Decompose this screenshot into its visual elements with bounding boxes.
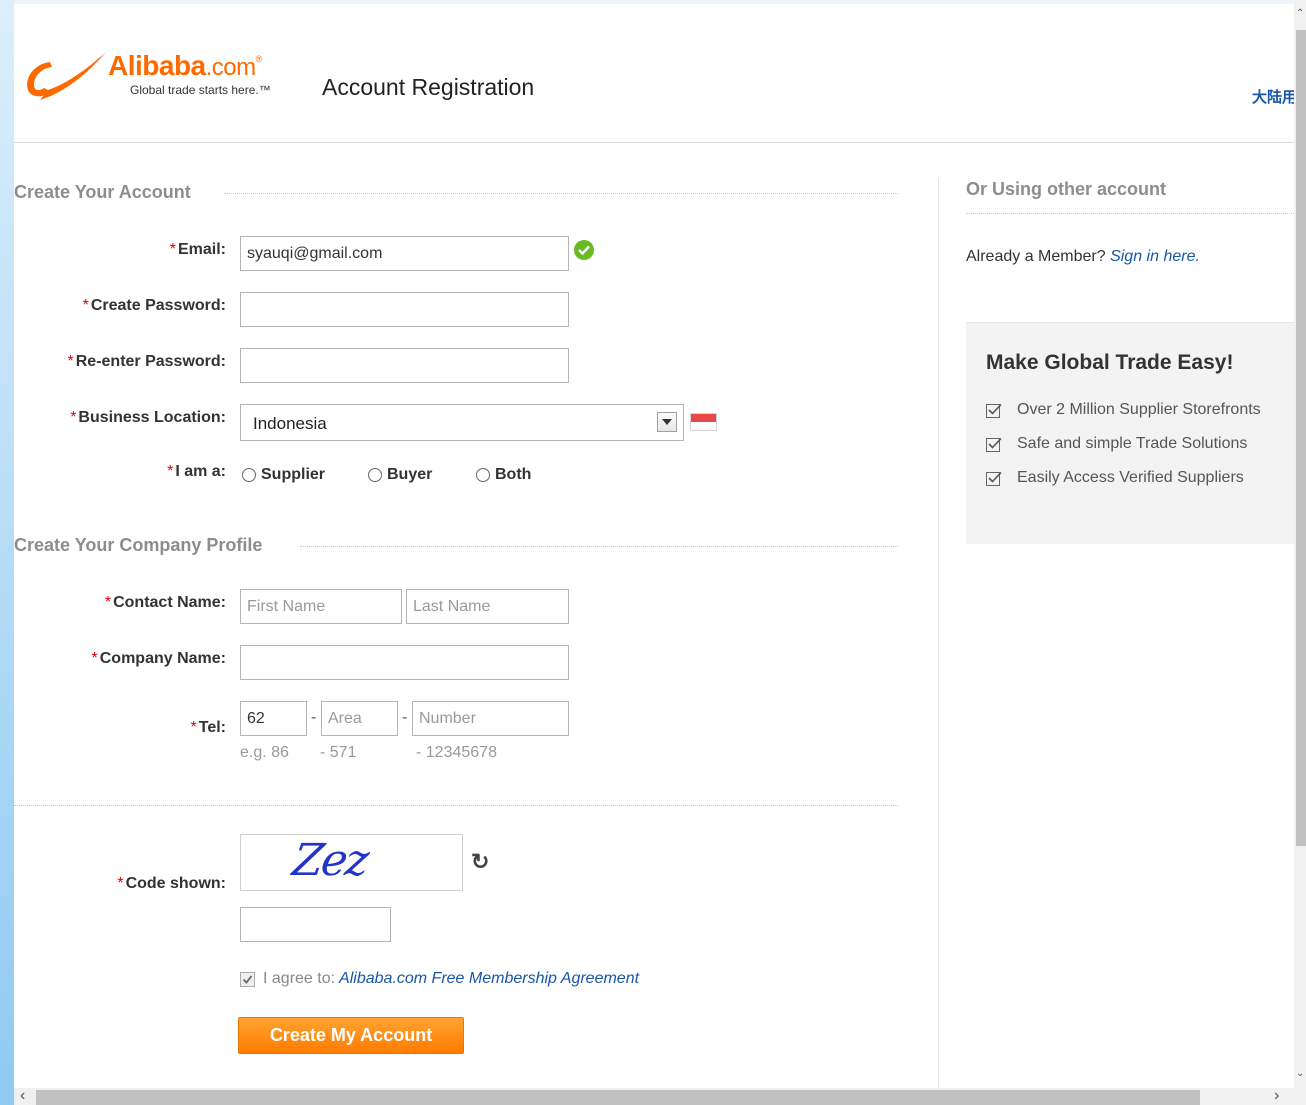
location-label: * Business Location: bbox=[70, 409, 226, 426]
tel-hint-area: - 571 bbox=[320, 744, 357, 761]
alibaba-logo-icon bbox=[27, 52, 106, 100]
email-label: * Email: bbox=[169, 241, 226, 258]
logo-wordmark: Alibaba.com® bbox=[108, 50, 262, 81]
tel-label: * Tel: bbox=[190, 719, 227, 736]
section-title-company: Create Your Company Profile bbox=[14, 535, 263, 555]
section-title-account: Create Your Account bbox=[14, 182, 191, 202]
registration-page: Alibaba.com® Global trade starts here.™ … bbox=[14, 0, 1294, 1088]
membership-agreement-link[interactable]: Alibaba.com Free Membership Agreement bbox=[339, 970, 639, 988]
radio-circle-icon[interactable] bbox=[368, 468, 382, 482]
email-field[interactable] bbox=[240, 236, 569, 271]
checkbox-tick-icon bbox=[986, 437, 1002, 452]
agreement-checkbox[interactable] bbox=[240, 971, 255, 987]
contact-name-label: * Contact Name: bbox=[104, 594, 226, 611]
language-switch-link[interactable]: 大陆用户 bbox=[1252, 86, 1294, 107]
captcha-label: * Code shown: bbox=[117, 875, 226, 892]
tel-hint-number: - 12345678 bbox=[416, 744, 497, 761]
checkbox-tick-icon bbox=[986, 403, 1002, 418]
radio-circle-icon[interactable] bbox=[476, 468, 490, 482]
promo-item: Over 2 Million Supplier Storefronts bbox=[986, 401, 1261, 419]
email-valid-icon bbox=[574, 240, 594, 260]
location-select[interactable]: Indonesia bbox=[240, 404, 684, 441]
location-selected-value: Indonesia bbox=[253, 414, 327, 433]
first-name-field[interactable] bbox=[240, 589, 402, 624]
scroll-up-icon[interactable]: ⌃ bbox=[1296, 8, 1304, 19]
promo-item: Safe and simple Trade Solutions bbox=[986, 435, 1247, 453]
member-signin-row: Already a Member? Sign in here. bbox=[966, 248, 1200, 266]
form-divider bbox=[14, 805, 898, 806]
horizontal-scroll-thumb[interactable] bbox=[36, 1090, 1200, 1105]
member-prefix: Already a Member? bbox=[966, 248, 1106, 265]
other-account-title: Or Using other account bbox=[966, 179, 1167, 199]
radio-both[interactable]: Both bbox=[476, 466, 531, 484]
top-strip bbox=[14, 0, 1294, 4]
password-confirm-label: * Re-enter Password: bbox=[67, 353, 227, 370]
scroll-right-icon[interactable]: › bbox=[1274, 1087, 1279, 1105]
role-label: * I am a: bbox=[167, 463, 226, 480]
captcha-text: Zez bbox=[289, 835, 371, 886]
sign-in-link[interactable]: Sign in here. bbox=[1110, 248, 1200, 265]
page-title: Account Registration bbox=[322, 74, 535, 100]
checkbox-tick-icon bbox=[986, 471, 1002, 486]
promo-item: Easily Access Verified Suppliers bbox=[986, 469, 1244, 487]
tel-number-field[interactable] bbox=[412, 701, 569, 736]
radio-buyer[interactable]: Buyer bbox=[368, 466, 432, 484]
company-name-field[interactable] bbox=[240, 645, 569, 680]
window-edge bbox=[0, 0, 14, 1105]
agreement-row: I agree to: Alibaba.com Free Membership … bbox=[240, 970, 639, 988]
tel-hint-country: e.g. 86 bbox=[240, 744, 289, 761]
refresh-icon[interactable]: ↻ bbox=[471, 849, 489, 875]
promo-title: Make Global Trade Easy! bbox=[986, 351, 1234, 374]
agreement-prefix: I agree to: bbox=[263, 970, 336, 987]
password-field[interactable] bbox=[240, 292, 569, 327]
header-divider bbox=[14, 142, 1294, 143]
indonesia-flag-icon bbox=[690, 413, 717, 431]
tel-country-code-field[interactable] bbox=[240, 701, 307, 736]
last-name-field[interactable] bbox=[406, 589, 569, 624]
tel-area-field[interactable] bbox=[321, 701, 398, 736]
vertical-scroll-thumb[interactable] bbox=[1296, 30, 1306, 846]
password-confirm-field[interactable] bbox=[240, 348, 569, 383]
scroll-left-icon[interactable]: ‹ bbox=[20, 1087, 25, 1105]
scroll-down-icon[interactable]: ⌄ bbox=[1296, 1068, 1304, 1079]
captcha-image: Zez bbox=[240, 834, 463, 891]
tel-separator: - bbox=[311, 709, 317, 726]
captcha-code-field[interactable] bbox=[240, 907, 391, 942]
section-rule bbox=[224, 193, 898, 194]
logo-tagline: Global trade starts here.™ bbox=[130, 83, 271, 97]
radio-circle-icon[interactable] bbox=[242, 468, 256, 482]
section-rule bbox=[300, 546, 898, 547]
promo-box: Make Global Trade Easy! Over 2 Million S… bbox=[966, 322, 1294, 544]
chevron-down-icon[interactable] bbox=[657, 412, 677, 432]
alibaba-logo[interactable]: Alibaba.com® Global trade starts here.™ bbox=[20, 48, 320, 108]
radio-supplier[interactable]: Supplier bbox=[242, 466, 325, 484]
password-label: * Create Password: bbox=[82, 297, 226, 314]
company-name-label: * Company Name: bbox=[91, 650, 226, 667]
tel-separator: - bbox=[402, 709, 408, 726]
create-account-button[interactable]: Create My Account bbox=[238, 1017, 464, 1054]
section-rule bbox=[966, 213, 1294, 214]
column-divider bbox=[938, 178, 939, 1088]
